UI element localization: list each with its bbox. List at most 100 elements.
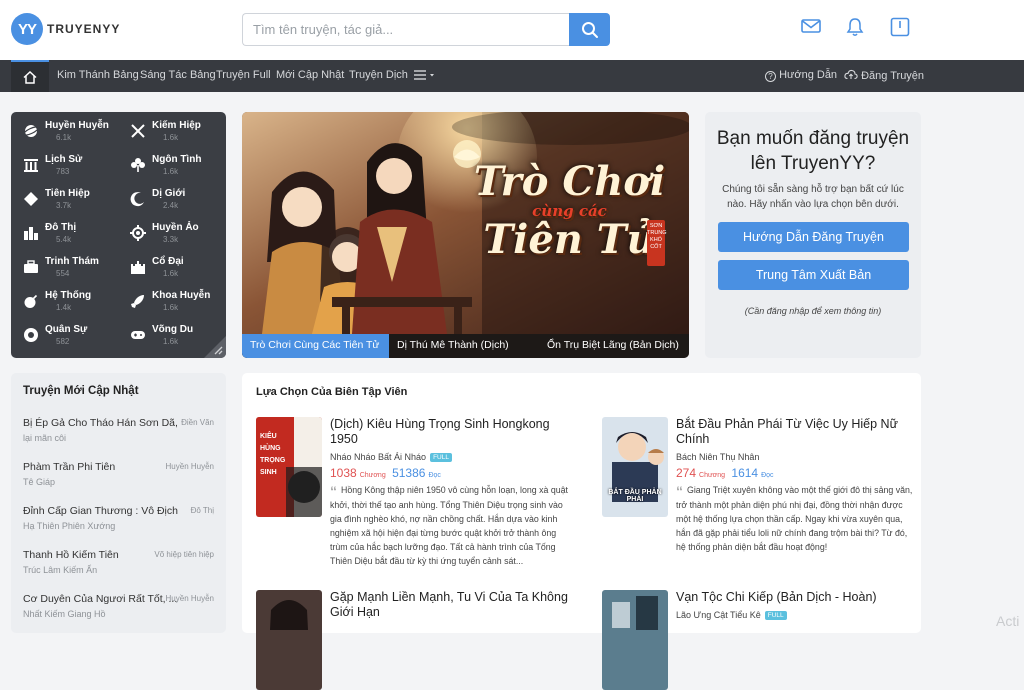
pillars-icon [24,159,38,172]
full-badge: FULL [764,611,787,621]
book-card[interactable]: Gặp Mạnh Liền Mạnh, Tu Vi Của Ta Không G… [256,590,576,690]
genre-name: Tiên Hiệp [45,188,90,199]
genre-count: 1.6k [163,133,179,142]
update-author: Tê Giáp [23,477,56,487]
genre-co-dai[interactable]: Cổ Đại 1.6k [130,256,226,286]
book-info: Bắt Đầu Phản Phái Từ Việc Uy Hiếp Nữ Chí… [676,417,916,554]
nav-help[interactable]: ? Hướng Dẫn [765,69,837,82]
book-cover[interactable]: KIÊU HÙNG TRỌNG SINH [256,417,322,517]
genre-trinh-tham[interactable]: Trinh Thám 554 [23,256,123,286]
book-cover[interactable] [602,590,668,690]
expand-corner-icon[interactable] [204,336,226,358]
nav-more-menu[interactable] [413,68,435,85]
book-description: “Hồng Kông thập niên 1950 vô cùng hỗn lo… [330,483,570,568]
site-logo[interactable]: YY TRUYENYY [11,13,120,45]
book-title[interactable]: Gặp Mạnh Liền Mạnh, Tu Vi Của Ta Không G… [330,590,570,620]
upload-guide-button[interactable]: Hướng Dẫn Đăng Truyện [718,222,909,252]
genre-name: Trinh Thám [45,256,99,267]
banner-title-line1: Trò Chơi [473,158,666,205]
genre-he-thong[interactable]: Hệ Thống 1.4k [23,290,123,320]
genre-tien-hiep[interactable]: Tiên Hiệp 3.7k [23,188,123,218]
book-author-name[interactable]: Lão Ưng Cật Tiểu Kê [676,610,761,620]
book-title[interactable]: Vạn Tộc Chi Kiếp (Bản Dịch - Hoàn) [676,590,916,605]
nav-item-truyen-full[interactable]: Truyện Full [216,69,271,81]
nav-item-moi-cap-nhat[interactable]: Mới Cập Nhật [276,69,344,81]
genre-quan-su[interactable]: Quân Sự 582 [23,324,123,354]
book-title[interactable]: Bắt Đầu Phản Phái Từ Việc Uy Hiếp Nữ Chí… [676,417,916,447]
full-badge: FULL [430,453,452,463]
book-info: Vạn Tộc Chi Kiếp (Bản Dịch - Hoàn) Lão Ư… [676,590,916,621]
book-author-name[interactable]: Nháo Nháo Bất Ái Nháo [330,452,426,462]
banner-tab-3[interactable]: Ổn Trụ Biệt Lãng (Bản Dịch) [539,334,687,358]
bell-icon[interactable] [846,17,864,42]
genre-name: Đô Thị [45,222,77,233]
briefcase-icon [24,260,38,273]
genre-count: 6.1k [56,133,72,142]
mail-icon[interactable] [801,18,821,39]
genre-count: 1.6k [163,167,179,176]
search-input[interactable] [242,13,569,46]
book-cover[interactable] [256,590,322,690]
book-icon[interactable] [890,17,910,42]
genre-huyen-huyen[interactable]: Huyền Huyễn 6.1k [23,120,123,150]
activation-watermark: Acti [996,613,1020,629]
publishing-center-button[interactable]: Trung Tâm Xuất Bản [718,260,909,290]
read-label: Đọc [428,472,441,480]
new-updates-panel: Truyện Mới Cập Nhật Bị Ép Gả Cho Tháo Há… [11,373,226,633]
book-description: “Giang Triệt xuyên không vào một thế giớ… [676,483,916,554]
editors-picks-title: Lựa Chọn Của Biên Tập Viên [256,386,408,398]
diamond-icon [24,192,38,206]
genre-do-thi[interactable]: Đô Thị 5.4k [23,222,123,252]
nav-upload-label: Đăng Truyện [861,70,925,82]
genre-panel: Huyền Huyễn 6.1k Kiếm Hiệp 1.6k Lịch Sử … [11,112,226,358]
genre-count: 5.4k [56,235,72,244]
nav-upload[interactable]: Đăng Truyện [844,69,924,82]
genre-name: Lịch Sử [45,154,83,165]
genre-khoa-huyen[interactable]: Khoa Huyễn 1.6k [130,290,226,320]
quote-icon: “ [676,483,683,499]
genre-count: 3.7k [56,201,72,210]
book-author[interactable]: Bách Niên Thụ Nhân [676,452,916,462]
book-cover-title: KIÊU HÙNG TRỌNG SINH [260,433,286,476]
nav-item-truyen-dich[interactable]: Truyện Dịch [349,69,408,81]
main-nav: Kim Thánh Bảng Sáng Tác Bảng Truyện Full… [0,60,1024,92]
genre-name: Ngôn Tình [152,154,202,165]
book-card[interactable]: KIÊU HÙNG TRỌNG SINH (Dịch) Kiêu Hùng Tr… [256,417,576,577]
editors-picks-panel: Lựa Chọn Của Biên Tập Viên KIÊU HÙNG TRỌ… [242,373,922,690]
search-button[interactable] [569,13,610,46]
genre-count: 1.4k [56,303,72,312]
update-title: Bị Ép Gả Cho Tháo Hán Sơn Dã, ... [23,417,178,429]
book-card[interactable]: BẮT ĐẦU PHẢN PHÁI Bắt Đầu Phản Phái Từ V… [602,417,922,577]
book-title[interactable]: (Dịch) Kiêu Hùng Trọng Sinh Hongkong 195… [330,417,570,447]
nav-item-sang-tac-bang[interactable]: Sáng Tác Bảng [140,69,216,81]
book-description-text: Hồng Kông thập niên 1950 vô cùng hỗn loạ… [330,485,568,567]
list-item[interactable]: Cơ Duyên Của Ngươi Rất Tốt, ... Huyền Hu… [23,593,214,619]
genre-di-gioi[interactable]: Dị Giới 2.4k [130,188,226,218]
genre-ngon-tinh[interactable]: Ngôn Tình 1.6k [130,154,226,184]
nav-item-kim-thanh-bang[interactable]: Kim Thánh Bảng [57,69,139,81]
banner-tab-1[interactable]: Trò Chơi Cùng Các Tiên Tử [242,334,389,358]
featured-banner[interactable]: Trò Chơi cùng các Tiên Tử SƠN TRUNG KHỔ … [242,112,689,358]
genre-count: 1.6k [163,303,179,312]
nav-help-label: Hướng Dẫn [779,69,838,81]
book-cover-title: BẮT ĐẦU PHẢN PHÁI [608,489,662,503]
book-cover[interactable]: BẮT ĐẦU PHẢN PHÁI [602,417,668,517]
genre-kiem-hiep[interactable]: Kiếm Hiệp 1.6k [130,120,226,150]
genre-huyen-ao[interactable]: Huyền Ảo 3.3k [130,222,226,252]
list-item[interactable]: Đỉnh Cấp Gian Thương : Vô Địch T... Đô T… [23,505,214,531]
genre-name: Quân Sự [45,324,88,335]
banner-seal: SƠN TRUNG KHỔ CỐT [647,220,667,266]
book-card[interactable]: Vạn Tộc Chi Kiếp (Bản Dịch - Hoàn) Lão Ư… [602,590,922,690]
read-label: Đọc [761,472,774,479]
nav-home[interactable] [11,60,49,92]
genre-count: 2.4k [163,201,179,210]
chapter-label: Chương [699,472,726,479]
list-item[interactable]: Phàm Trần Phi Tiên Huyền Huyễn Tê Giáp [23,461,214,487]
list-item[interactable]: Thanh Hồ Kiếm Tiên Võ hiệp tiên hiệp Trú… [23,549,214,575]
genre-name: Dị Giới [152,188,186,199]
shield-icon [24,328,38,342]
banner-tab-2[interactable]: Dị Thú Mê Thành (Dịch) [389,334,539,358]
genre-lich-su[interactable]: Lịch Sử 783 [23,154,123,184]
menu-icon [414,70,434,80]
list-item[interactable]: Bị Ép Gả Cho Tháo Hán Sơn Dã, ... Điền V… [23,417,214,443]
